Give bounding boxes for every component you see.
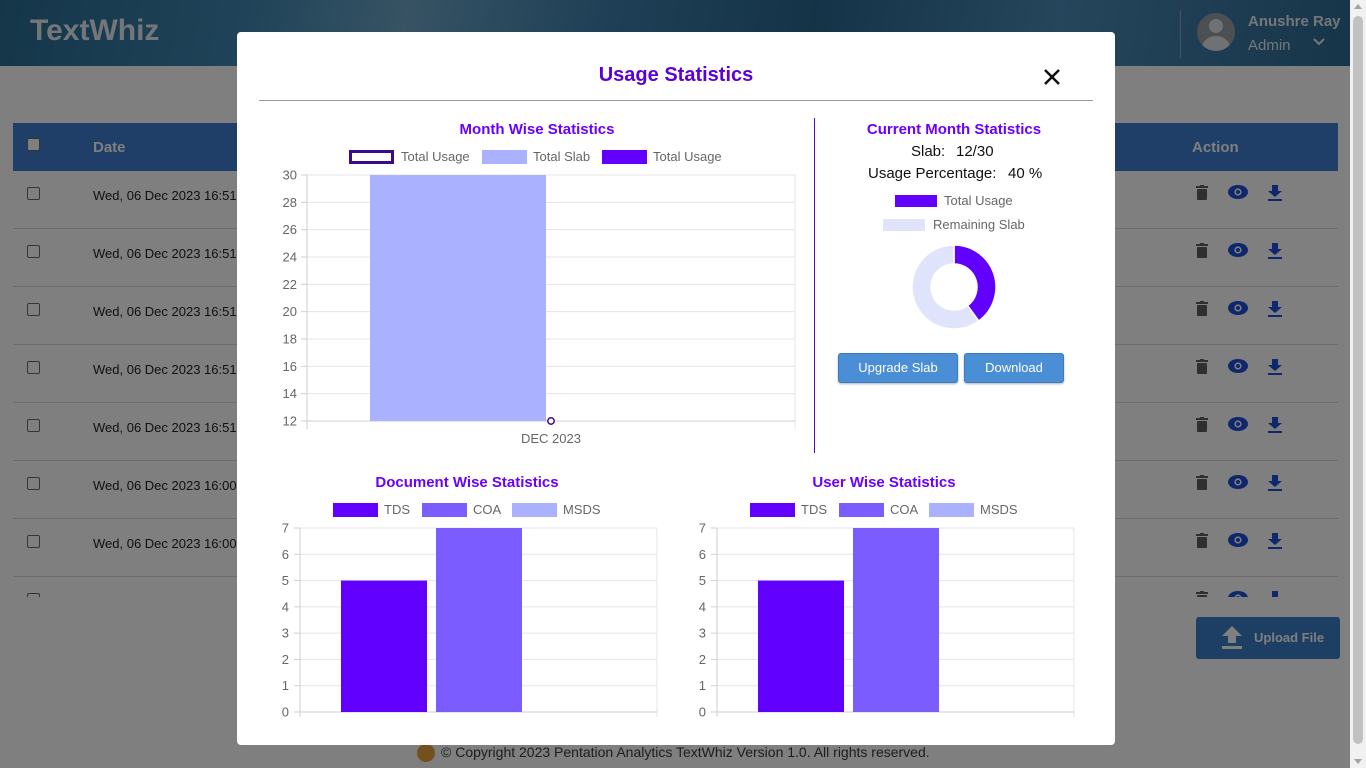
legend-swatch <box>602 150 647 164</box>
legend-swatch <box>895 195 937 207</box>
slab-value: 12/30 <box>956 143 994 160</box>
bar-coa <box>436 528 522 712</box>
y-tick-label: 1 <box>699 678 706 693</box>
y-tick-label: 20 <box>283 304 297 319</box>
month-wise-chart: 12 14 16 18 20 22 24 26 28 30 DEC 2023 <box>283 168 796 446</box>
legend-label: Total Usage <box>653 149 722 164</box>
legend-swatch <box>883 219 925 231</box>
bar-coa <box>853 528 939 712</box>
legend-total-usage-bar[interactable]: Total Usage <box>602 150 724 164</box>
current-month-doughnut <box>911 244 997 330</box>
legend-swatch <box>839 503 884 517</box>
legend-swatch <box>349 150 394 164</box>
legend-coa[interactable]: COA <box>839 503 924 517</box>
y-tick-label: 22 <box>283 277 297 292</box>
y-tick-label: 3 <box>282 626 289 641</box>
scroll-up-icon[interactable] <box>1354 4 1362 9</box>
legend-label: Total Slab <box>533 149 591 164</box>
y-tick-label: 3 <box>699 626 706 641</box>
y-tick-label: 0 <box>699 705 706 718</box>
legend-label: Total Usage <box>401 149 470 164</box>
legend-tds[interactable]: TDS <box>750 503 832 517</box>
legend-remaining-slab[interactable]: Remaining Slab <box>883 218 1033 232</box>
legend-label: Remaining Slab <box>933 217 1025 232</box>
legend-swatch <box>482 150 527 164</box>
page-scrollbar[interactable] <box>1350 0 1366 768</box>
legend-coa[interactable]: COA <box>422 503 507 517</box>
usage-percentage-label: Usage Percentage: <box>868 165 997 182</box>
document-wise-title: Document Wise Statistics <box>375 474 559 491</box>
usage-percentage-value: 40 % <box>1008 165 1043 182</box>
legend-msds[interactable]: MSDS <box>929 503 1021 517</box>
slab-label: Slab: <box>911 143 946 160</box>
legend-msds[interactable]: MSDS <box>512 503 604 517</box>
usage-statistics-modal: Usage Statistics Month Wise Statistics T… <box>237 32 1115 745</box>
y-tick-label: 4 <box>699 599 706 614</box>
y-tick-label: 0 <box>282 705 289 718</box>
legend-label: COA <box>890 502 919 517</box>
scroll-down-icon[interactable] <box>1354 759 1362 764</box>
legend-swatch <box>422 503 467 517</box>
current-month-title: Current Month Statistics <box>866 121 1042 138</box>
legend-swatch <box>333 503 378 517</box>
x-tick-label: DEC 2023 <box>521 431 581 446</box>
y-tick-label: 2 <box>282 652 289 667</box>
download-button[interactable]: Download <box>964 353 1064 383</box>
legend-label: Total Usage <box>944 193 1013 208</box>
y-tick-label: 12 <box>283 414 297 429</box>
y-tick-label: 5 <box>282 573 289 588</box>
legend-swatch <box>929 503 974 517</box>
y-tick-label: 7 <box>282 521 289 536</box>
y-tick-label: 18 <box>283 332 297 347</box>
legend-label: TDS <box>384 502 410 517</box>
y-tick-label: 30 <box>283 168 297 183</box>
legend-total-slab[interactable]: Total Slab <box>482 150 594 164</box>
user-wise-chart: 01234567Anushre Ray <box>699 521 1075 718</box>
legend-tds[interactable]: TDS <box>333 503 415 517</box>
legend-total-usage-doughnut[interactable]: Total Usage <box>895 194 1025 208</box>
point-total-usage <box>547 417 555 425</box>
upgrade-slab-button[interactable]: Upgrade Slab <box>838 353 958 383</box>
y-tick-label: 7 <box>699 521 706 536</box>
y-tick-label: 6 <box>282 547 289 562</box>
document-wise-chart: 01234567Documents <box>282 521 658 718</box>
legend-label: MSDS <box>563 502 601 517</box>
month-wise-title: Month Wise Statistics <box>459 121 615 138</box>
y-tick-label: 28 <box>283 195 297 210</box>
legend-label: COA <box>473 502 502 517</box>
bar-tds <box>758 580 844 712</box>
section-divider <box>814 118 815 453</box>
y-tick-label: 2 <box>699 652 706 667</box>
close-icon[interactable] <box>1040 65 1064 89</box>
legend-total-usage-line[interactable]: Total Usage <box>349 150 471 164</box>
user-wise-title: User Wise Statistics <box>812 474 956 491</box>
y-tick-label: 26 <box>283 222 297 237</box>
legend-label: TDS <box>801 502 827 517</box>
legend-label: MSDS <box>980 502 1018 517</box>
bar-total-slab <box>370 175 546 421</box>
y-tick-label: 6 <box>699 547 706 562</box>
legend-swatch <box>750 503 795 517</box>
scrollbar-thumb[interactable] <box>1353 16 1363 744</box>
y-tick-label: 16 <box>283 359 297 374</box>
legend-swatch <box>512 503 557 517</box>
y-tick-label: 4 <box>282 599 289 614</box>
bar-tds <box>341 580 427 712</box>
modal-title: Usage Statistics <box>598 64 754 86</box>
modal-divider <box>259 100 1093 101</box>
y-tick-label: 14 <box>283 386 297 401</box>
y-tick-label: 1 <box>282 678 289 693</box>
y-tick-label: 24 <box>283 250 297 265</box>
y-tick-label: 5 <box>699 573 706 588</box>
